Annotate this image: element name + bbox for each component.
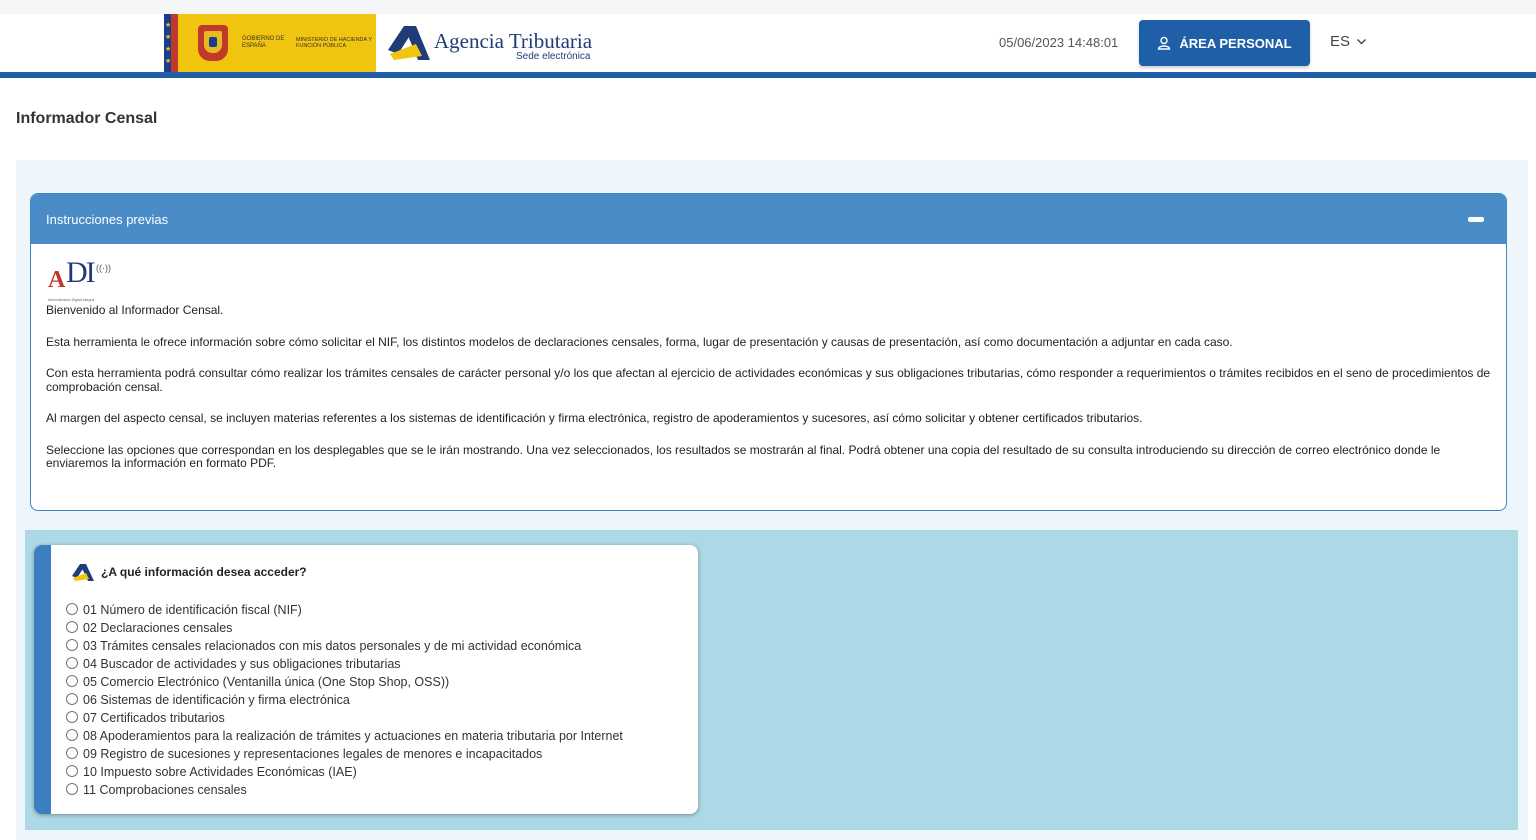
radio-button[interactable]: [66, 638, 78, 651]
radio-button[interactable]: [66, 674, 78, 687]
option-comprobaciones[interactable]: 11 Comprobaciones censales: [66, 781, 623, 799]
question-card: ¿A qué información desea acceder? 01 Núm…: [34, 545, 698, 814]
option-comercio-electronico[interactable]: 05 Comercio Electrónico (Ventanilla únic…: [66, 673, 623, 691]
radio-button[interactable]: [66, 656, 78, 669]
option-label: 06 Sistemas de identificación y firma el…: [83, 693, 350, 707]
option-registro-sucesiones[interactable]: 09 Registro de sucesiones y representaci…: [66, 745, 623, 763]
agencia-tributaria-small-icon: [72, 564, 94, 581]
coat-of-arms-icon: [194, 23, 232, 63]
option-tramites-censales[interactable]: 03 Trámites censales relacionados con mi…: [66, 637, 623, 655]
personal-area-button[interactable]: ÁREA PERSONAL: [1139, 20, 1310, 66]
question-card-accent: [34, 545, 51, 814]
radio-button[interactable]: [66, 728, 78, 741]
option-iae[interactable]: 10 Impuesto sobre Actividades Económicas…: [66, 763, 623, 781]
instructions-panel-body: A DI ((·)) Administración Digital Integr…: [31, 244, 1506, 471]
language-selector[interactable]: ES: [1330, 33, 1367, 50]
option-label: 10 Impuesto sobre Actividades Económicas…: [83, 765, 357, 779]
ministry-label: MINISTERIO DE HACIENDA Y FUNCIÓN PÚBLICA: [296, 36, 372, 50]
option-nif[interactable]: 01 Número de identificación fiscal (NIF): [66, 601, 623, 619]
instructions-panel-header[interactable]: Instrucciones previas: [31, 194, 1506, 244]
radio-button[interactable]: [66, 764, 78, 777]
government-label: GOBIERNO DE ESPAÑA: [242, 36, 285, 49]
question-options: 01 Número de identificación fiscal (NIF)…: [66, 601, 623, 799]
language-label: ES: [1330, 33, 1351, 50]
radio-button[interactable]: [66, 782, 78, 795]
option-label: 11 Comprobaciones censales: [83, 783, 247, 797]
option-certificados[interactable]: 07 Certificados tributarios: [66, 709, 623, 727]
agency-subtitle: Sede electrónica: [516, 51, 591, 62]
instructions-paragraph: Esta herramienta le ofrece información s…: [46, 334, 1233, 349]
instructions-paragraph: Al margen del aspecto censal, se incluye…: [46, 411, 1143, 425]
option-label: 04 Buscador de actividades y sus obligac…: [83, 657, 401, 671]
instructions-paragraph: Seleccione las opciones que correspondan…: [46, 442, 1441, 470]
top-strip: [0, 0, 1536, 14]
option-buscador-actividades[interactable]: 04 Buscador de actividades y sus obligac…: [66, 655, 623, 673]
option-identificacion-firma[interactable]: 06 Sistemas de identificación y firma el…: [66, 691, 623, 709]
option-label: 03 Trámites censales relacionados con mi…: [83, 639, 582, 653]
user-icon: [1158, 36, 1171, 50]
personal-area-label: ÁREA PERSONAL: [1179, 35, 1292, 51]
option-label: 08 Apoderamientos para la realización de…: [83, 729, 623, 743]
radio-button[interactable]: [66, 620, 78, 633]
chevron-down-icon: [1357, 39, 1367, 45]
instructions-panel: Instrucciones previas A DI ((·)) Adminis…: [30, 193, 1507, 511]
current-datetime: 05/06/2023 14:48:01: [999, 35, 1119, 50]
option-declaraciones-censales[interactable]: 02 Declaraciones censales: [66, 619, 623, 637]
radio-button[interactable]: [66, 602, 78, 615]
option-apoderamientos[interactable]: 08 Apoderamientos para la realización de…: [66, 727, 623, 745]
question-header: ¿A qué información desea acceder?: [71, 561, 307, 583]
spain-flag-icon: ★ ★ ★ ★: [164, 14, 186, 72]
option-label: 09 Registro de sucesiones y representaci…: [83, 747, 543, 761]
option-label: 02 Declaraciones censales: [83, 621, 233, 635]
government-logo[interactable]: ★ ★ ★ ★ GOBIERNO DE ESPAÑA MINISTERIO DE HA…: [164, 14, 376, 72]
collapse-icon[interactable]: [1468, 216, 1484, 222]
radio-button[interactable]: [66, 692, 78, 705]
header-divider: [0, 72, 1536, 78]
option-label: 05 Comercio Electrónico (Ventanilla únic…: [83, 675, 450, 689]
agencia-tributaria-logo-icon[interactable]: [386, 20, 432, 64]
adi-logo-icon: A DI ((·)) Administración Digital Integr…: [46, 258, 111, 302]
instructions-paragraph: Con esta herramienta podrá consultar cóm…: [46, 366, 1491, 394]
page-title: Informador Censal: [16, 110, 158, 127]
option-label: 07 Certificados tributarios: [83, 711, 225, 725]
radio-button[interactable]: [66, 746, 78, 759]
radio-button[interactable]: [66, 710, 78, 723]
adi-logo-tagline: Administración Digital Integral: [48, 298, 95, 302]
instructions-panel-title: Instrucciones previas: [46, 211, 169, 227]
instructions-paragraph: Bienvenido al Informador Censal.: [46, 303, 224, 317]
question-title: ¿A qué información desea acceder?: [101, 565, 307, 579]
option-label: 01 Número de identificación fiscal (NIF): [83, 603, 302, 617]
